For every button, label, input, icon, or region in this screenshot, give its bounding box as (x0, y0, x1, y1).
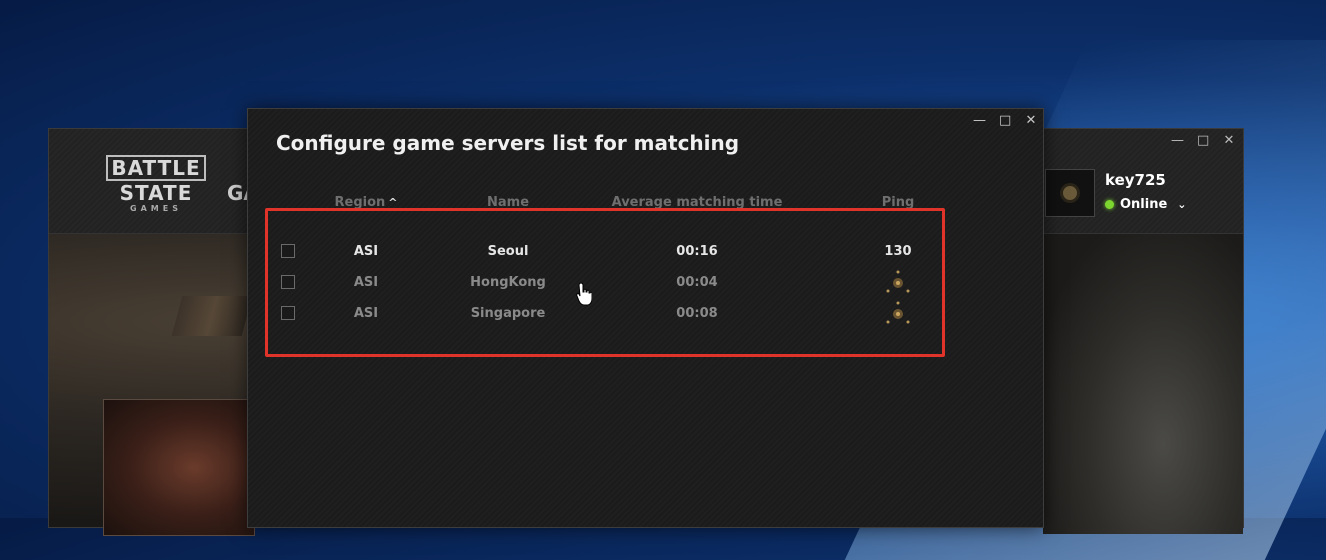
minimize-icon[interactable]: — (1171, 133, 1184, 148)
avatar[interactable] (1045, 169, 1095, 217)
close-icon[interactable]: ✕ (1025, 113, 1037, 128)
launcher-window-controls: — □ ✕ (1171, 133, 1235, 148)
weapon-art (171, 296, 253, 336)
soldier-art (1043, 234, 1243, 534)
online-status-icon (1105, 200, 1114, 209)
server-row[interactable]: ASI HongKong 00:04 (248, 270, 1043, 305)
server-row[interactable]: ASI Singapore 00:08 (248, 301, 1043, 336)
battlestate-logo: BATTLE STATE GAMES (101, 155, 211, 213)
hand-cursor-icon (576, 282, 592, 306)
close-icon[interactable]: ✕ (1223, 133, 1235, 148)
server-avg-time: 00:04 (676, 275, 718, 290)
server-checkbox[interactable] (281, 306, 295, 320)
server-row[interactable]: ASI Seoul 00:16 130 (248, 244, 1043, 274)
user-status-label: Online (1120, 197, 1168, 212)
sort-ascending-icon: ^ (388, 196, 398, 209)
column-header-region[interactable]: Region ^ (335, 195, 398, 210)
minimize-icon[interactable]: — (973, 113, 986, 128)
avatar-emblem-icon (1063, 186, 1077, 200)
column-header-ping[interactable]: Ping (882, 195, 915, 210)
ping-loading-icon (886, 301, 910, 324)
server-region: ASI (353, 306, 379, 321)
user-name: key725 (1105, 171, 1166, 189)
server-checkbox[interactable] (281, 275, 295, 289)
column-header-region-label: Region (334, 195, 386, 210)
column-header-name[interactable]: Name (487, 195, 529, 210)
server-ping: 130 (884, 244, 912, 259)
server-config-dialog: — □ ✕ Configure game servers list for ma… (247, 108, 1044, 528)
maximize-icon[interactable]: □ (1197, 133, 1209, 148)
user-status-dropdown[interactable]: Online ⌄ (1105, 197, 1187, 212)
ping-loading-icon (886, 270, 910, 293)
dialog-title: Configure game servers list for matching (276, 131, 740, 155)
server-name: Singapore (470, 306, 546, 321)
column-header-avg-time[interactable]: Average matching time (612, 195, 783, 210)
server-name: Seoul (487, 244, 529, 259)
maximize-icon[interactable]: □ (999, 113, 1011, 128)
dialog-window-controls: — □ ✕ (973, 113, 1037, 128)
server-checkbox[interactable] (281, 244, 295, 258)
chevron-down-icon: ⌄ (1177, 198, 1187, 211)
server-avg-time: 00:16 (676, 244, 718, 259)
server-region: ASI (353, 275, 379, 290)
server-name: HongKong (470, 275, 546, 290)
server-avg-time: 00:08 (676, 306, 718, 321)
server-region: ASI (353, 244, 379, 259)
game-thumbnail[interactable] (103, 399, 255, 536)
